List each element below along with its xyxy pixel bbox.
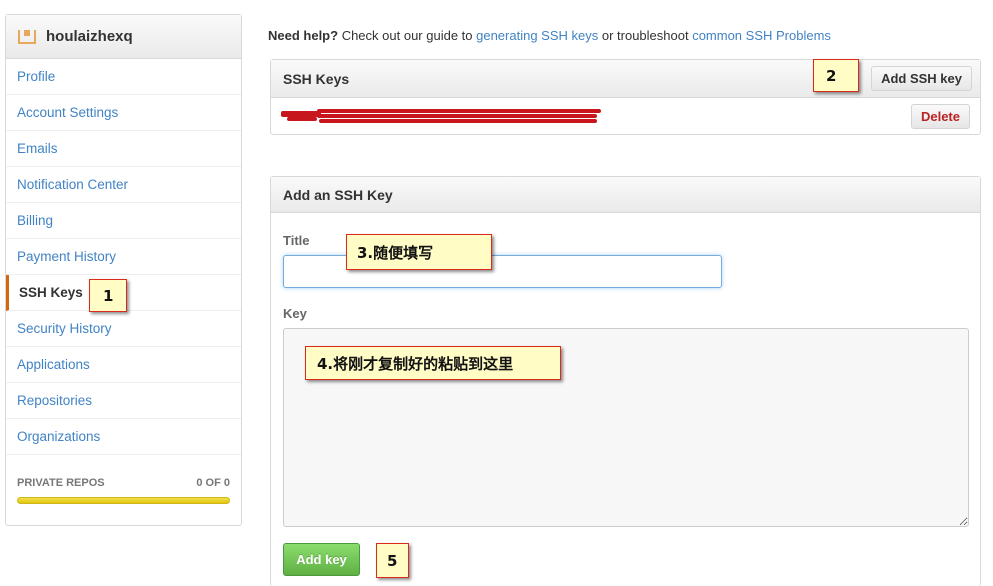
sidebar-item-repositories[interactable]: Repositories [6, 383, 241, 419]
settings-nav: Profile Account Settings Emails Notifica… [6, 59, 241, 455]
sidebar-item-applications[interactable]: Applications [6, 347, 241, 383]
settings-sidebar: houlaizhexq Profile Account Settings Ema… [5, 14, 242, 526]
ssh-keys-header: SSH Keys Add SSH key [271, 60, 980, 98]
add-ssh-key-button[interactable]: Add SSH key [871, 66, 972, 91]
sidebar-item-payment-history[interactable]: Payment History [6, 239, 241, 275]
sidebar-header: houlaizhexq [6, 15, 241, 59]
sidebar-item-billing[interactable]: Billing [6, 203, 241, 239]
ssh-keys-panel: SSH Keys Add SSH key Delete [270, 59, 981, 135]
private-repos-label: PRIVATE REPOS [17, 477, 105, 489]
sidebar-item-organizations[interactable]: Organizations [6, 419, 241, 455]
annotation-1: 1 [89, 279, 127, 312]
ssh-key-row: Delete [271, 98, 980, 134]
add-ssh-key-title: Add an SSH Key [283, 186, 393, 203]
avatar [18, 29, 36, 44]
help-text-1: Check out our guide to [338, 28, 477, 43]
help-text: Need help? Check out our guide to genera… [268, 28, 831, 43]
sidebar-item-account-settings[interactable]: Account Settings [6, 95, 241, 131]
private-repos: PRIVATE REPOS 0 OF 0 [6, 455, 241, 504]
title-label: Title [283, 233, 310, 248]
help-lead: Need help? [268, 28, 339, 43]
private-repos-usage-bar [17, 497, 230, 504]
help-text-2: or troubleshoot [598, 28, 693, 43]
add-ssh-key-header: Add an SSH Key [271, 177, 980, 213]
sidebar-item-notification-center[interactable]: Notification Center [6, 167, 241, 203]
ssh-keys-title: SSH Keys [283, 70, 350, 87]
annotation-5: 5 [376, 543, 409, 578]
add-key-button[interactable]: Add key [283, 543, 360, 576]
common-ssh-problems-link[interactable]: common SSH Problems [692, 28, 831, 43]
annotation-3: 3.随便填写 [346, 234, 492, 270]
annotation-4: 4.将刚才复制好的粘贴到这里 [305, 346, 561, 380]
annotation-2: 2 [813, 59, 859, 92]
username: houlaizhexq [46, 28, 133, 45]
generating-ssh-keys-link[interactable]: generating SSH keys [476, 28, 598, 43]
delete-key-button[interactable]: Delete [910, 103, 970, 129]
private-repos-count: 0 OF 0 [196, 477, 230, 489]
redacted-key-name [281, 108, 601, 124]
key-label: Key [283, 306, 307, 321]
sidebar-item-security-history[interactable]: Security History [6, 311, 241, 347]
sidebar-item-emails[interactable]: Emails [6, 131, 241, 167]
sidebar-item-profile[interactable]: Profile [6, 59, 241, 95]
